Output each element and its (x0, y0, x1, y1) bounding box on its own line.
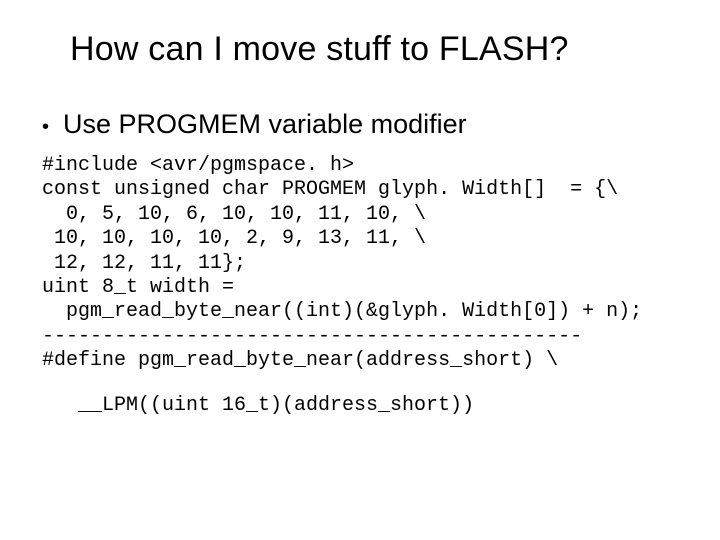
page-title: How can I move stuff to FLASH? (70, 30, 680, 69)
code-line-6: uint 8_t width = (42, 276, 680, 300)
code-line-1: #include <avr/pgmspace. h> (42, 154, 680, 178)
bullet-dot-icon: • (42, 117, 49, 137)
bullet-text: Use PROGMEM variable modifier (63, 109, 467, 140)
code-divider: ----------------------------------------… (42, 325, 680, 349)
code-line-2: const unsigned char PROGMEM glyph. Width… (42, 178, 680, 202)
code-line-7: pgm_read_byte_near((int)(&glyph. Width[0… (42, 300, 680, 324)
bullet-item: • Use PROGMEM variable modifier (40, 109, 680, 140)
slide: How can I move stuff to FLASH? • Use PRO… (0, 0, 720, 540)
code-line-3: 0, 5, 10, 6, 10, 10, 11, 10, \ (42, 203, 680, 227)
code-line-5: 12, 12, 11, 11}; (42, 252, 680, 276)
code-line-9: __LPM((uint 16_t)(address_short)) (78, 394, 680, 418)
code-line-8: #define pgm_read_byte_near(address_short… (42, 349, 680, 373)
blank-line (40, 374, 680, 394)
code-line-4: 10, 10, 10, 10, 2, 9, 13, 11, \ (42, 227, 680, 251)
